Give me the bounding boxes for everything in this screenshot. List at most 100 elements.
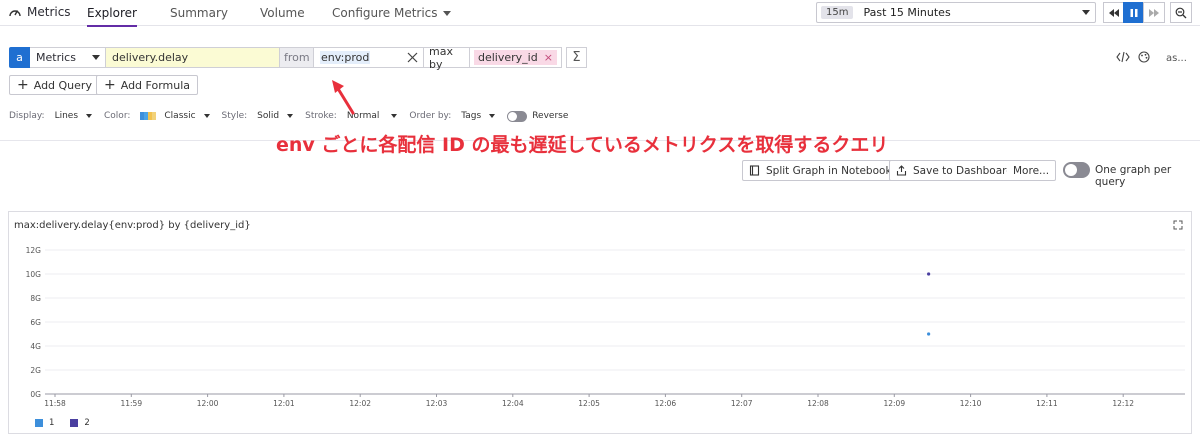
function-button[interactable]: Σ bbox=[565, 47, 587, 68]
chevron-down-icon bbox=[92, 55, 100, 60]
x-tick-label: 12:11 bbox=[1036, 399, 1058, 408]
plus-icon: + bbox=[104, 77, 116, 93]
legend-item[interactable]: 2 bbox=[70, 418, 90, 428]
y-tick-label: 6G bbox=[30, 318, 41, 327]
group-by-field[interactable]: delivery_id × bbox=[470, 47, 562, 68]
color-select[interactable]: Classic bbox=[164, 111, 195, 121]
x-tick-label: 12:03 bbox=[426, 399, 448, 408]
chevron-down-icon bbox=[489, 114, 496, 118]
add-query-label: Add Query bbox=[33, 78, 92, 92]
zoom-out-button[interactable] bbox=[1170, 2, 1192, 23]
y-tick-label: 4G bbox=[30, 342, 41, 351]
remove-tag-icon[interactable]: × bbox=[544, 51, 553, 64]
x-tick-label: 12:05 bbox=[578, 399, 600, 408]
time-range-label: Past 15 Minutes bbox=[863, 6, 951, 19]
tab-configure-metrics-label: Configure Metrics bbox=[332, 6, 438, 20]
series-2-point bbox=[927, 272, 931, 276]
chevron-down-icon bbox=[1082, 10, 1090, 15]
alias-input[interactable]: as... bbox=[1166, 53, 1187, 64]
filter-value: env:prod bbox=[320, 51, 371, 64]
add-query-button[interactable]: + Add Query bbox=[9, 75, 100, 95]
fast-forward-icon bbox=[1149, 8, 1159, 17]
chevron-down-icon bbox=[203, 114, 210, 118]
chevron-down-icon bbox=[442, 11, 451, 16]
x-tick-label: 12:00 bbox=[197, 399, 219, 408]
display-select[interactable]: Lines bbox=[55, 111, 78, 121]
x-tick-label: 12:06 bbox=[655, 399, 677, 408]
tab-volume[interactable]: Volume bbox=[260, 6, 305, 20]
x-tick-label: 12:10 bbox=[960, 399, 982, 408]
reverse-toggle[interactable] bbox=[507, 110, 528, 122]
metrics-brand[interactable]: Metrics bbox=[8, 5, 71, 19]
color-palette-swatch[interactable] bbox=[140, 112, 157, 120]
brand-label: Metrics bbox=[27, 5, 71, 19]
x-tick-label: 12:09 bbox=[883, 399, 905, 408]
order-select[interactable]: Tags bbox=[461, 111, 481, 121]
legend-label: 2 bbox=[84, 418, 90, 428]
x-tick-label: 12:12 bbox=[1112, 399, 1134, 408]
fast-forward-button[interactable] bbox=[1143, 2, 1165, 23]
x-tick-label: 11:59 bbox=[120, 399, 142, 408]
save-to-dashboard-button[interactable]: Save to Dashboard bbox=[889, 160, 1020, 181]
graph-panel: max:delivery.delay{env:prod} by {deliver… bbox=[8, 211, 1192, 434]
from-label: from bbox=[280, 47, 314, 68]
rewind-icon bbox=[1109, 8, 1119, 17]
group-by-tag-label: delivery_id bbox=[478, 51, 538, 64]
order-label: Order by: bbox=[409, 111, 452, 121]
tab-explorer-label: Explorer bbox=[87, 6, 137, 20]
tab-configure-metrics[interactable]: Configure Metrics bbox=[332, 6, 451, 20]
palette-icon[interactable] bbox=[1138, 51, 1150, 66]
y-tick-label: 12G bbox=[26, 246, 42, 255]
source-select[interactable]: Metrics bbox=[30, 47, 106, 68]
y-tick-label: 8G bbox=[30, 294, 41, 303]
chevron-down-icon bbox=[287, 114, 294, 118]
pause-button[interactable] bbox=[1123, 2, 1145, 23]
save-to-dashboard-label: Save to Dashboard bbox=[913, 164, 1013, 177]
split-graph-button[interactable]: Split Graph in Notebook bbox=[742, 160, 899, 181]
x-tick-label: 12:07 bbox=[731, 399, 753, 408]
style-label: Style: bbox=[221, 111, 248, 121]
display-options: Display: Lines Color: Classic Style: Sol… bbox=[9, 110, 576, 122]
scatter-chart[interactable]: 0G 2G 4G 6G 8G 10G 12G 11:58 11:59 12:00 12:01 12:0… bbox=[9, 212, 1193, 412]
tab-summary-label: Summary bbox=[170, 6, 228, 20]
zoom-out-icon bbox=[1175, 7, 1187, 18]
query-row: a Metrics delivery.delay from env:prod m… bbox=[9, 45, 587, 71]
color-label: Color: bbox=[104, 111, 131, 121]
time-range-select[interactable]: 15m Past 15 Minutes bbox=[816, 2, 1096, 23]
series-1-point bbox=[927, 332, 931, 336]
query-letter[interactable]: a bbox=[9, 47, 30, 68]
chevron-down-icon bbox=[391, 114, 398, 118]
add-formula-label: Add Formula bbox=[120, 78, 191, 92]
chart-legend: 12 bbox=[35, 418, 106, 428]
x-tick-label: 12:01 bbox=[273, 399, 295, 408]
x-tick-label: 12:02 bbox=[349, 399, 371, 408]
tab-summary[interactable]: Summary bbox=[170, 6, 228, 20]
add-formula-button[interactable]: + Add Formula bbox=[96, 75, 199, 95]
code-icon[interactable] bbox=[1116, 51, 1130, 66]
time-range-badge: 15m bbox=[821, 6, 854, 19]
more-button[interactable]: More... bbox=[1007, 160, 1057, 181]
chevron-down-icon bbox=[86, 114, 93, 118]
tab-volume-label: Volume bbox=[260, 6, 305, 20]
legend-item[interactable]: 1 bbox=[35, 418, 54, 428]
export-icon bbox=[896, 165, 907, 176]
notebook-icon bbox=[749, 165, 760, 176]
y-tick-label: 10G bbox=[26, 270, 42, 279]
filter-input[interactable]: env:prod bbox=[314, 47, 424, 68]
split-graph-label: Split Graph in Notebook bbox=[766, 164, 892, 177]
metric-name-input[interactable]: delivery.delay bbox=[106, 47, 280, 68]
y-tick-label: 2G bbox=[30, 366, 41, 375]
legend-label: 1 bbox=[49, 418, 55, 428]
one-graph-per-query-toggle[interactable] bbox=[1063, 162, 1090, 178]
top-nav: Metrics Explorer Summary Volume Configur… bbox=[0, 0, 1200, 27]
group-by-tag: delivery_id × bbox=[474, 50, 557, 65]
aggregation-select[interactable]: max by bbox=[424, 45, 470, 71]
display-label: Display: bbox=[9, 111, 45, 121]
clear-filter-icon[interactable] bbox=[406, 51, 419, 64]
style-select[interactable]: Solid bbox=[257, 111, 279, 121]
y-tick-label: 0G bbox=[30, 390, 41, 399]
tab-explorer[interactable]: Explorer bbox=[87, 6, 137, 27]
rewind-button[interactable] bbox=[1103, 2, 1125, 23]
palette-color-4 bbox=[152, 112, 157, 120]
reverse-label: Reverse bbox=[532, 111, 569, 121]
